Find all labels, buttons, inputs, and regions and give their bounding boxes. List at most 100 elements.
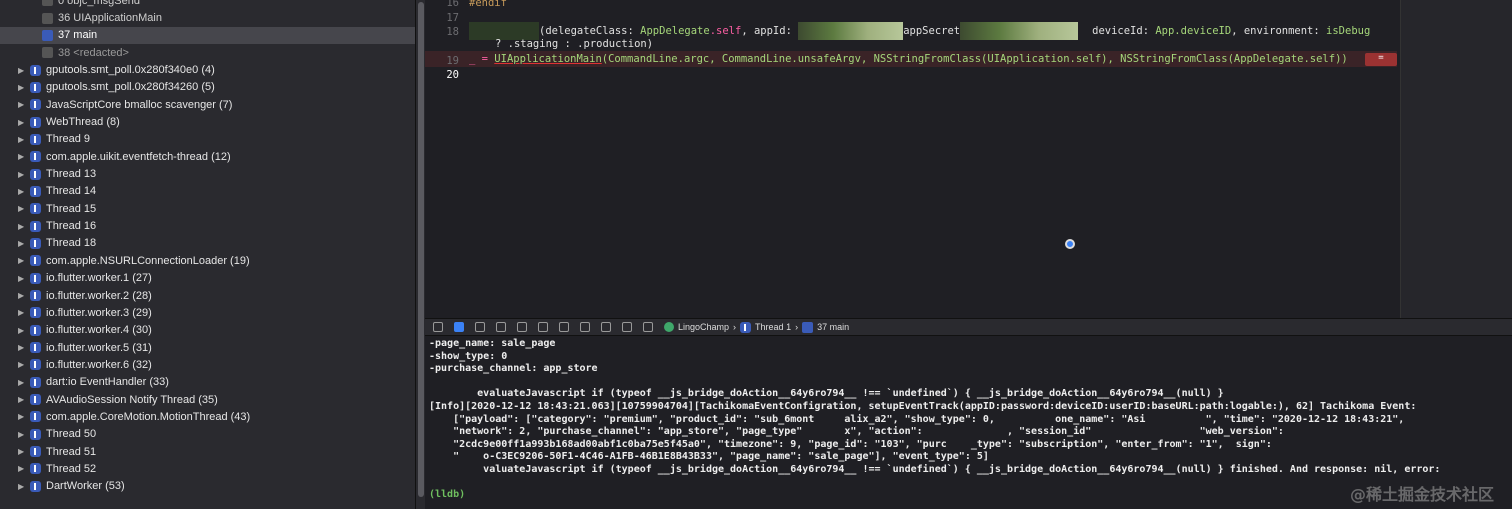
thread-icon bbox=[30, 394, 41, 406]
disclosure-triangle-icon[interactable]: ▶ bbox=[18, 291, 28, 300]
step-out-icon[interactable] bbox=[538, 322, 548, 332]
console-line: "network": 2, "purchase_channel": "app_s… bbox=[429, 426, 1284, 438]
thread-row[interactable]: ▶ Thread 52 bbox=[0, 460, 415, 477]
disclosure-triangle-icon[interactable]: ▶ bbox=[18, 464, 28, 473]
code-editor[interactable]: 16 17 18 19 20 #endif (delegateClass: Ap… bbox=[425, 0, 1512, 318]
thread-icon bbox=[30, 342, 41, 354]
thread-icon bbox=[30, 151, 41, 163]
thread-row[interactable]: ▶ gputools.smt_poll.0x280f340e0 (4) bbox=[0, 61, 415, 78]
thread-row[interactable]: ▶ Thread 50 bbox=[0, 426, 415, 443]
disclosure-triangle-icon[interactable]: ▶ bbox=[18, 378, 28, 387]
view-hierarchy-icon[interactable] bbox=[559, 322, 569, 332]
thread-icon bbox=[740, 321, 752, 333]
thread-row[interactable]: ▶ io.flutter.worker.2 (28) bbox=[0, 287, 415, 304]
disclosure-triangle-icon[interactable]: ▶ bbox=[18, 360, 28, 369]
thread-row[interactable]: ▶ com.apple.uikit.eventfetch-thread (12) bbox=[0, 148, 415, 165]
thread-row[interactable]: ▶ Thread 13 bbox=[0, 165, 415, 182]
thread-icon bbox=[30, 81, 41, 93]
disclosure-triangle-icon[interactable]: ▶ bbox=[18, 308, 28, 317]
thread-icon bbox=[30, 168, 41, 180]
disclosure-triangle-icon[interactable]: ▶ bbox=[18, 239, 28, 248]
stack-frame[interactable]: 0 objc_msgSend bbox=[0, 0, 415, 9]
continue-icon[interactable] bbox=[475, 322, 485, 332]
minimap[interactable] bbox=[1400, 0, 1512, 318]
thread-row[interactable]: ▶ gputools.smt_poll.0x280f34260 (5) bbox=[0, 79, 415, 96]
disclosure-triangle-icon[interactable]: ▶ bbox=[18, 274, 28, 283]
thread-icon bbox=[30, 307, 41, 319]
code-line-18-cont: ? .staging : .production) bbox=[495, 38, 654, 50]
step-into-icon[interactable] bbox=[517, 322, 527, 332]
thread-row[interactable]: ▶ Thread 14 bbox=[0, 183, 415, 200]
thread-label: Thread 9 bbox=[46, 133, 91, 146]
disclosure-triangle-icon[interactable]: ▶ bbox=[18, 83, 28, 92]
step-over-icon[interactable] bbox=[496, 322, 506, 332]
thread-icon bbox=[30, 411, 41, 423]
thread-row[interactable]: ▶ Thread 16 bbox=[0, 217, 415, 234]
disclosure-triangle-icon[interactable]: ▶ bbox=[18, 135, 28, 144]
disclosure-triangle-icon[interactable]: ▶ bbox=[18, 170, 28, 179]
thread-label: gputools.smt_poll.0x280f340e0 (4) bbox=[46, 64, 215, 77]
stack-frame[interactable]: 36 UIApplicationMain bbox=[0, 9, 415, 26]
thread-row[interactable]: ▶ io.flutter.worker.3 (29) bbox=[0, 304, 415, 321]
stack-frame[interactable]: 38 <redacted> bbox=[0, 44, 415, 61]
stack-frame[interactable]: 37 main bbox=[0, 26, 415, 45]
thread-label: io.flutter.worker.4 (30) bbox=[46, 324, 152, 337]
disclosure-triangle-icon[interactable]: ▶ bbox=[18, 100, 28, 109]
disclosure-triangle-icon[interactable]: ▶ bbox=[18, 152, 28, 161]
thread-label: Thread 52 bbox=[46, 462, 97, 475]
thread-row[interactable]: ▶ JavaScriptCore bmalloc scavenger (7) bbox=[0, 96, 415, 113]
thread-row[interactable]: ▶ io.flutter.worker.6 (32) bbox=[0, 356, 415, 373]
simulate-location-icon[interactable] bbox=[622, 322, 632, 332]
disclosure-triangle-icon[interactable]: ▶ bbox=[18, 412, 28, 421]
frame-icon bbox=[42, 12, 53, 24]
disclosure-triangle-icon[interactable]: ▶ bbox=[18, 343, 28, 352]
environment-overrides-icon[interactable] bbox=[601, 322, 611, 332]
thread-label: io.flutter.worker.1 (27) bbox=[46, 272, 152, 285]
thread-row[interactable]: ▶ com.apple.CoreMotion.MotionThread (43) bbox=[0, 408, 415, 425]
disclosure-triangle-icon[interactable]: ▶ bbox=[18, 326, 28, 335]
thread-row[interactable]: ▶ io.flutter.worker.5 (31) bbox=[0, 339, 415, 356]
debug-console[interactable]: -page_name: sale_page -show_type: 0 -purch… bbox=[425, 336, 1512, 509]
disclosure-triangle-icon[interactable]: ▶ bbox=[18, 204, 28, 213]
memory-graph-icon[interactable] bbox=[580, 322, 590, 332]
breadcrumb-app[interactable]: LingoChamp bbox=[678, 322, 729, 332]
disclosure-triangle-icon[interactable]: ▶ bbox=[18, 66, 28, 75]
thread-row[interactable]: ▶ Thread 18 bbox=[0, 235, 415, 252]
hide-debug-area-icon[interactable] bbox=[433, 322, 443, 332]
thread-label: com.apple.uikit.eventfetch-thread (12) bbox=[46, 150, 231, 163]
disclosure-triangle-icon[interactable]: ▶ bbox=[18, 256, 28, 265]
thread-row[interactable]: ▶ io.flutter.worker.1 (27) bbox=[0, 270, 415, 287]
thread-row[interactable]: ▶ dart:io EventHandler (33) bbox=[0, 374, 415, 391]
breakpoints-toggle-icon[interactable] bbox=[454, 322, 464, 332]
thread-row[interactable]: ▶ WebThread (8) bbox=[0, 113, 415, 130]
user-frame-icon bbox=[802, 321, 814, 333]
thread-row[interactable]: ▶ io.flutter.worker.4 (30) bbox=[0, 322, 415, 339]
thread-row[interactable]: ▶ com.apple.NSURLConnectionLoader (19) bbox=[0, 252, 415, 269]
frame-label: 37 main bbox=[58, 29, 98, 42]
thread-row[interactable]: ▶ Thread 51 bbox=[0, 443, 415, 460]
thread-row[interactable]: ▶ Thread 9 bbox=[0, 131, 415, 148]
console-line: [Info][2020-12-12 18:43:21.063][10759904… bbox=[429, 400, 1417, 412]
disclosure-triangle-icon[interactable]: ▶ bbox=[18, 118, 28, 127]
thread-icon bbox=[30, 290, 41, 302]
disclosure-triangle-icon[interactable]: ▶ bbox=[18, 222, 28, 231]
thread-icon bbox=[30, 220, 41, 232]
navigator-scrollbar[interactable] bbox=[415, 0, 425, 509]
breadcrumb-thread[interactable]: Thread 1 bbox=[755, 322, 791, 332]
error-badge[interactable]: = bbox=[1365, 53, 1397, 66]
code-line-19: _ = UIApplicationMain(CommandLine.argc, … bbox=[469, 53, 1348, 65]
camera-icon[interactable] bbox=[643, 322, 653, 332]
console-line: -page_name: sale_page bbox=[429, 338, 556, 349]
thread-label: DartWorker (53) bbox=[46, 480, 125, 493]
console-line: valuateJavascript if (typeof __js_bridge… bbox=[429, 463, 1441, 475]
disclosure-triangle-icon[interactable]: ▶ bbox=[18, 447, 28, 456]
disclosure-triangle-icon[interactable]: ▶ bbox=[18, 430, 28, 439]
thread-label: io.flutter.worker.5 (31) bbox=[46, 341, 152, 354]
thread-row[interactable]: ▶ DartWorker (53) bbox=[0, 478, 415, 495]
thread-row[interactable]: ▶ Thread 15 bbox=[0, 200, 415, 217]
disclosure-triangle-icon[interactable]: ▶ bbox=[18, 482, 28, 491]
breadcrumb-frame[interactable]: 37 main bbox=[817, 322, 849, 332]
thread-row[interactable]: ▶ AVAudioSession Notify Thread (35) bbox=[0, 391, 415, 408]
disclosure-triangle-icon[interactable]: ▶ bbox=[18, 395, 28, 404]
disclosure-triangle-icon[interactable]: ▶ bbox=[18, 187, 28, 196]
